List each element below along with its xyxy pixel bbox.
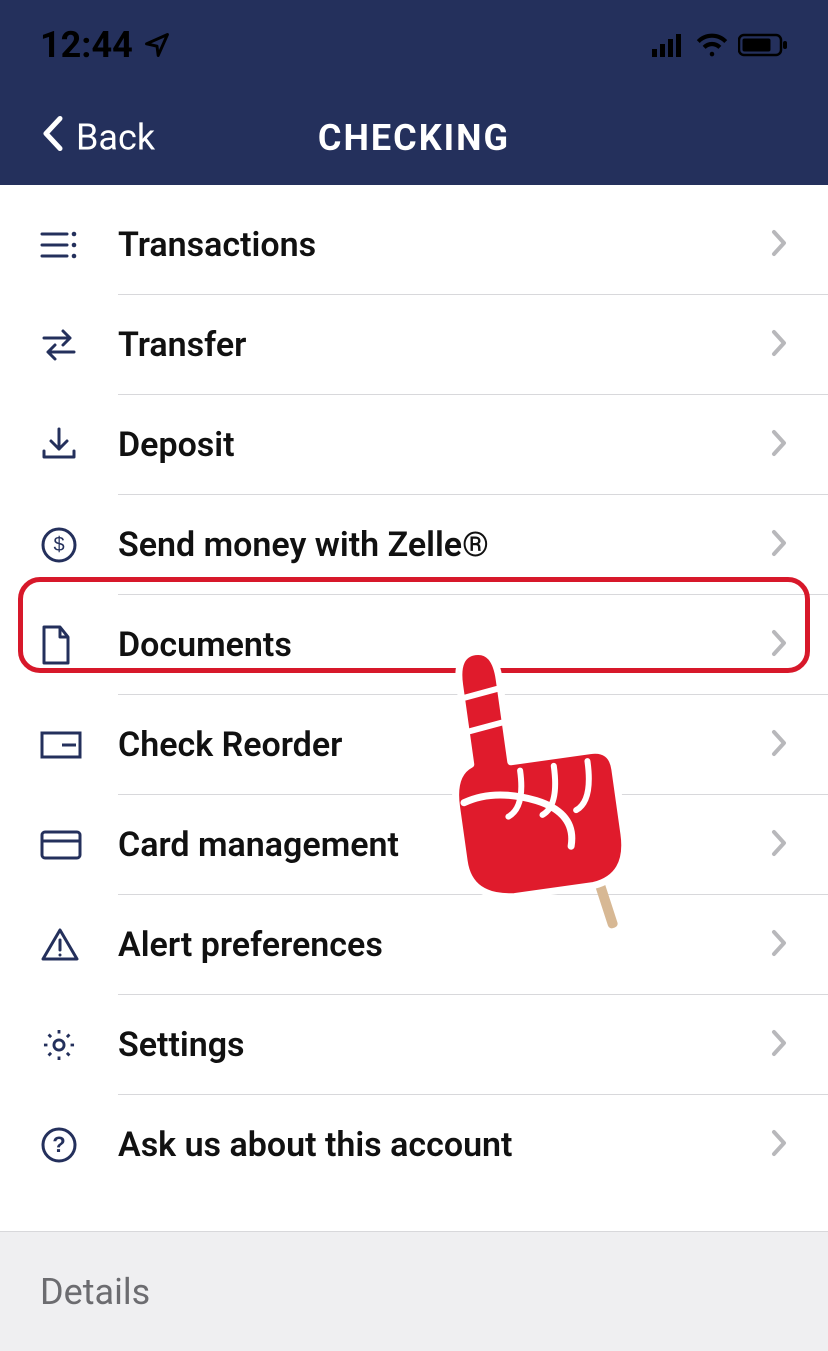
page-title: CHECKING: [318, 117, 510, 159]
document-icon: [40, 625, 118, 665]
menu-item-label: Check Reorder: [118, 725, 770, 765]
chevron-right-icon: [770, 728, 788, 762]
menu-item-transactions[interactable]: Transactions: [0, 195, 828, 295]
menu-item-transfer[interactable]: Transfer: [0, 295, 828, 395]
list-icon: [40, 230, 118, 260]
nav-bar: Back CHECKING: [0, 90, 828, 185]
menu-item-label: Transfer: [118, 325, 770, 365]
menu-item-card-management[interactable]: Card management: [0, 795, 828, 895]
chevron-right-icon: [770, 1028, 788, 1062]
status-time: 12:44: [40, 24, 133, 66]
menu-item-label: Deposit: [118, 425, 770, 465]
battery-icon: [738, 33, 788, 57]
menu-item-label: Card management: [118, 825, 770, 865]
help-icon: ?: [40, 1126, 118, 1164]
account-menu: Transactions Transfer Deposit: [0, 185, 828, 1195]
menu-item-zelle[interactable]: $ Send money with Zelle®: [0, 495, 828, 595]
menu-item-documents[interactable]: Documents: [0, 595, 828, 695]
zelle-icon: $: [40, 526, 118, 564]
chevron-right-icon: [770, 1128, 788, 1162]
status-right: [652, 33, 788, 57]
status-left: 12:44: [40, 24, 171, 66]
location-arrow-icon: [143, 31, 171, 59]
menu-item-label: Transactions: [118, 225, 770, 265]
back-label: Back: [76, 117, 155, 159]
transfer-icon: [40, 328, 118, 362]
details-section[interactable]: Details: [0, 1231, 828, 1351]
menu-item-ask-us[interactable]: ? Ask us about this account: [0, 1095, 828, 1195]
chevron-right-icon: [770, 228, 788, 262]
details-header: Details: [40, 1271, 150, 1313]
card-icon: [40, 830, 118, 860]
check-icon: [40, 731, 118, 759]
deposit-icon: [40, 427, 118, 463]
chevron-right-icon: [770, 328, 788, 362]
menu-item-deposit[interactable]: Deposit: [0, 395, 828, 495]
menu-item-label: Documents: [118, 625, 770, 665]
signal-icon: [652, 33, 686, 57]
chevron-left-icon: [40, 114, 64, 161]
menu-item-label: Send money with Zelle®: [118, 525, 770, 565]
menu-item-settings[interactable]: Settings: [0, 995, 828, 1095]
menu-item-label: Settings: [118, 1025, 770, 1065]
chevron-right-icon: [770, 828, 788, 862]
wifi-icon: [696, 33, 728, 57]
alert-icon: [40, 927, 118, 963]
chevron-right-icon: [770, 428, 788, 462]
menu-item-label: Alert preferences: [118, 925, 770, 965]
svg-text:$: $: [53, 534, 64, 556]
svg-text:?: ?: [52, 1132, 65, 1157]
settings-icon: [40, 1026, 118, 1064]
menu-item-label: Ask us about this account: [118, 1125, 770, 1165]
chevron-right-icon: [770, 528, 788, 562]
back-button[interactable]: Back: [40, 114, 155, 161]
chevron-right-icon: [770, 628, 788, 662]
chevron-right-icon: [770, 928, 788, 962]
menu-item-alert-preferences[interactable]: Alert preferences: [0, 895, 828, 995]
status-bar: 12:44: [0, 0, 828, 90]
menu-item-check-reorder[interactable]: Check Reorder: [0, 695, 828, 795]
